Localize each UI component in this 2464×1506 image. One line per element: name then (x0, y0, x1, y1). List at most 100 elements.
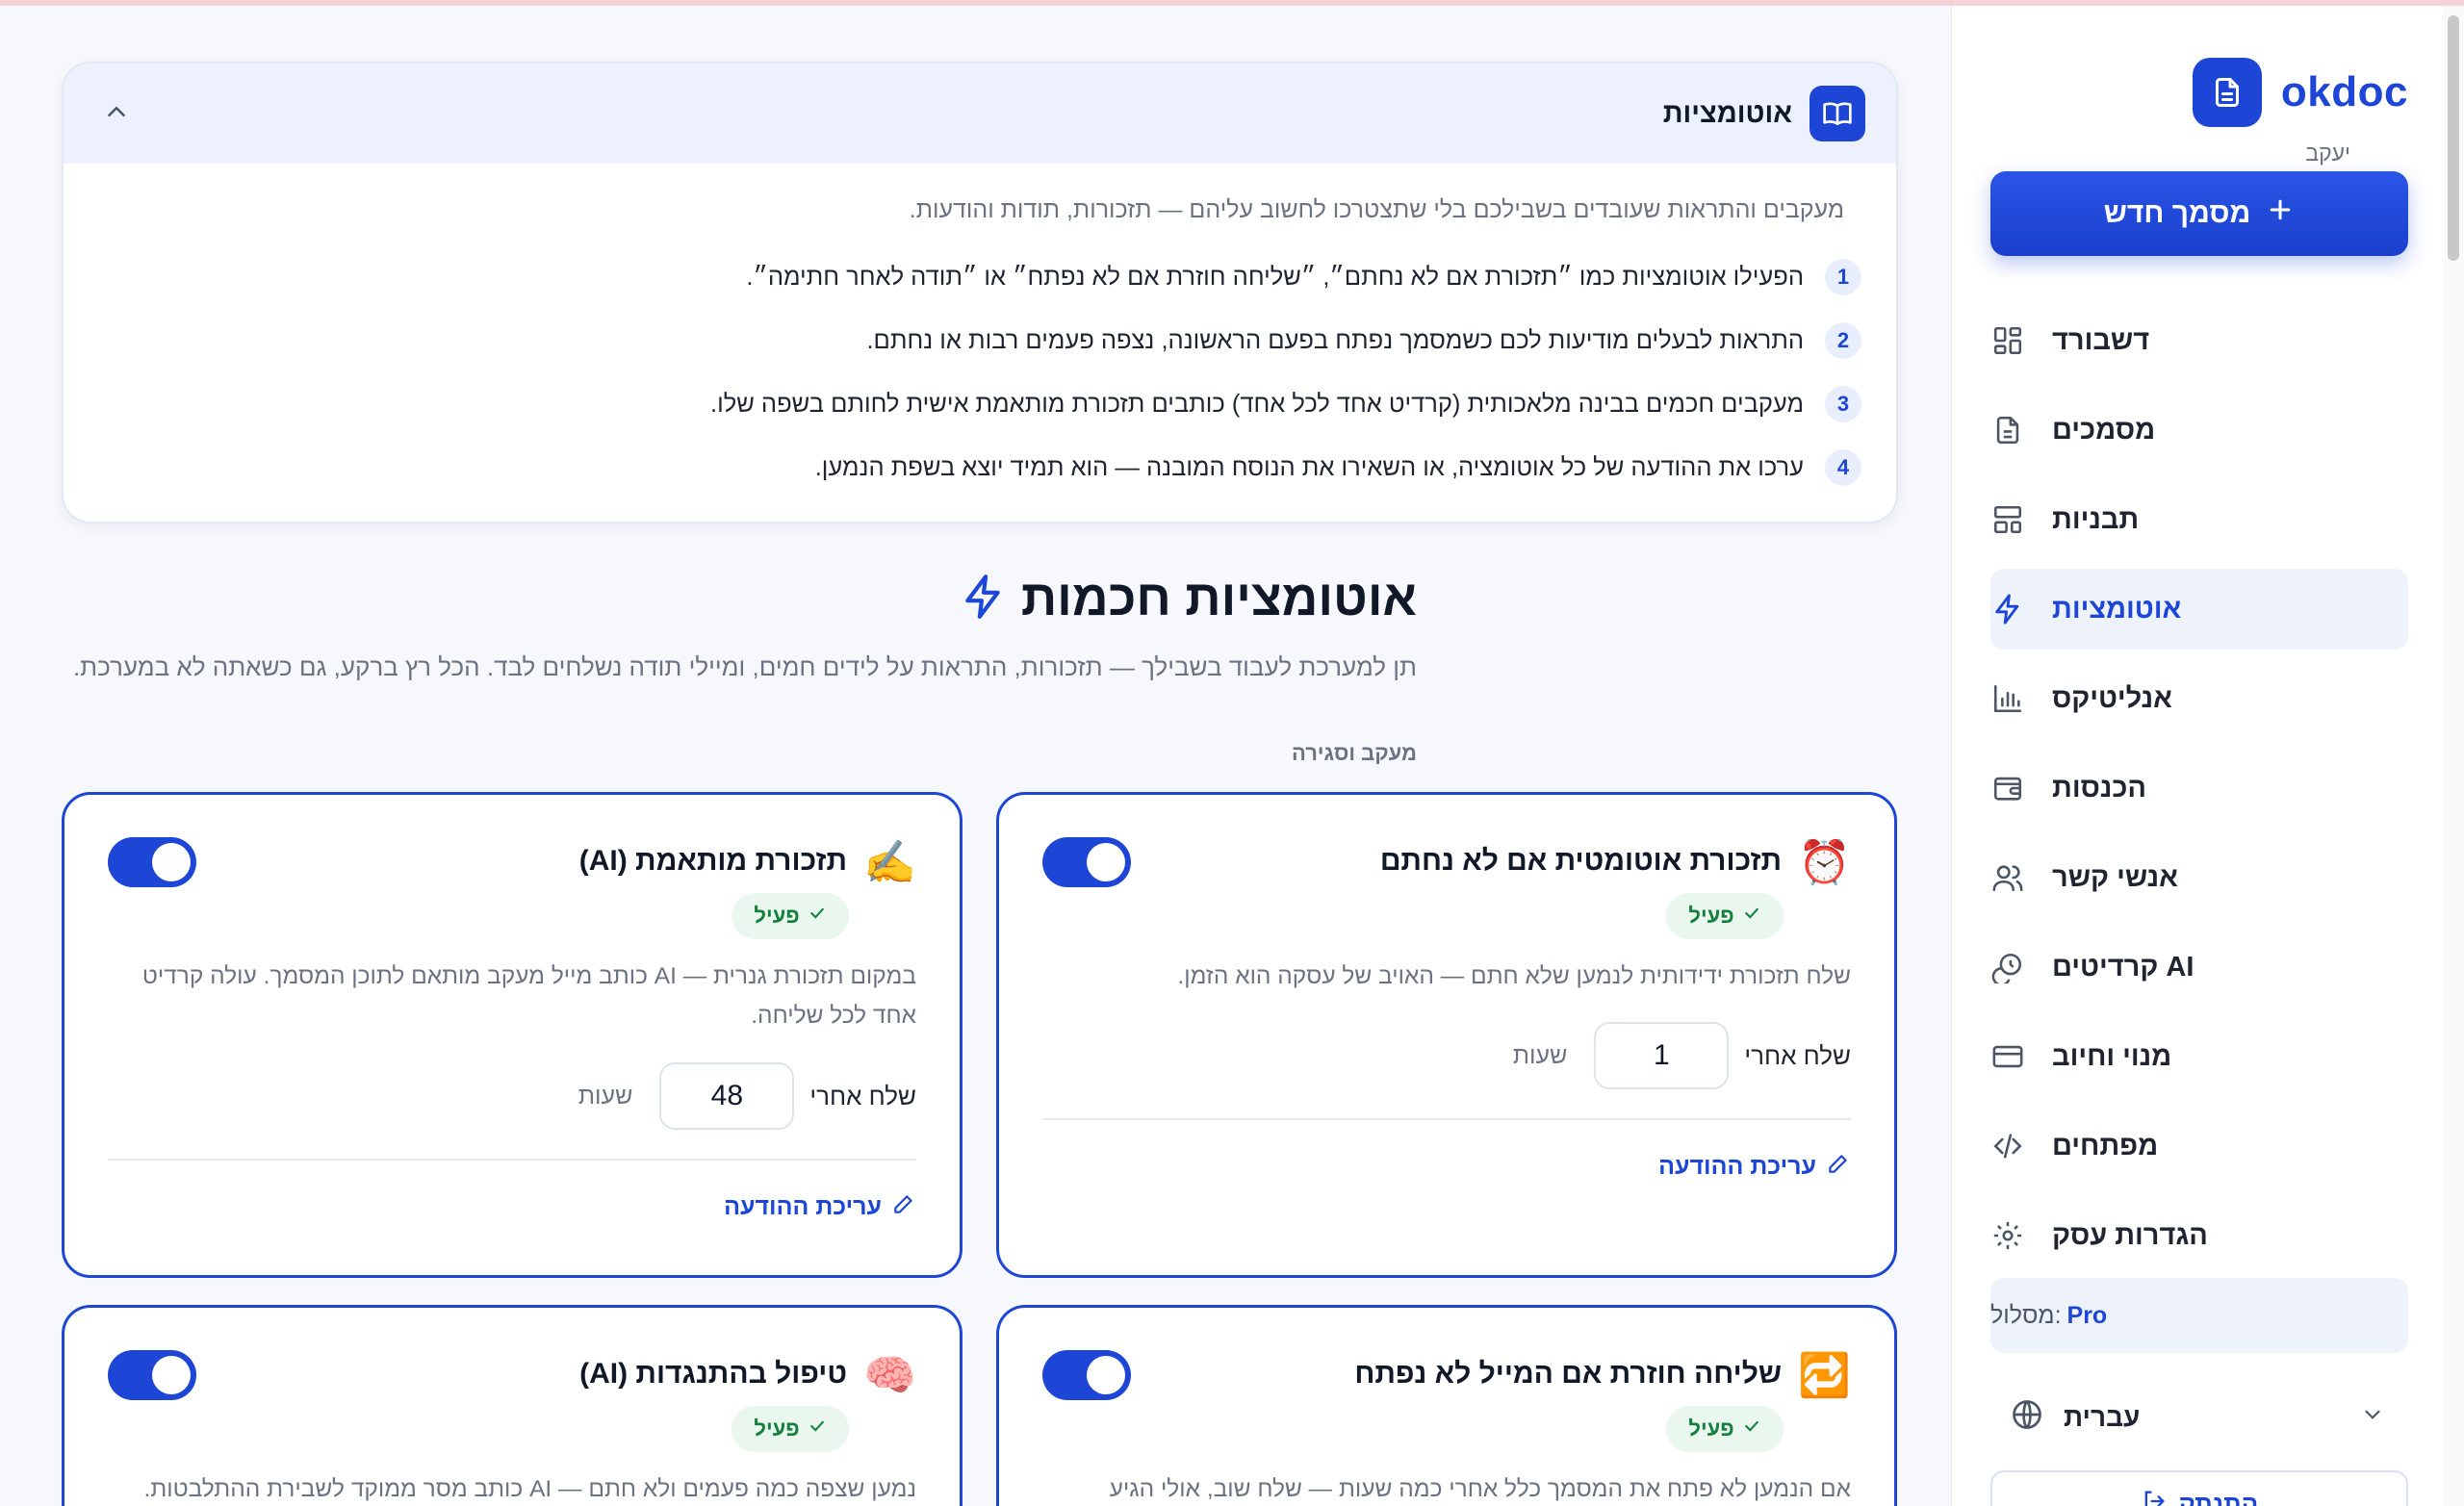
section-header: אוטומציות חכמות (960, 570, 1417, 627)
plan-value: Pro (2066, 1301, 2108, 1329)
scrollbar-thumb[interactable] (2448, 15, 2459, 261)
delay-hours-input[interactable]: 1 (1594, 1022, 1730, 1089)
step-number: 4 (1825, 449, 1861, 486)
hours-unit: שעות (1512, 1041, 1568, 1069)
enable-toggle[interactable] (1042, 837, 1131, 887)
guide-header[interactable]: אוטומציות (64, 64, 1896, 164)
language-label: עברית (2064, 1402, 2141, 1432)
step-number: 1 (1825, 259, 1861, 295)
sidebar-item-label: אנליטיקס (2052, 682, 2172, 714)
sidebar-item-label: הגדרות עסק (2052, 1219, 2208, 1251)
code-icon (1990, 1129, 2025, 1163)
document-icon (1990, 413, 2025, 447)
step-number: 3 (1825, 386, 1861, 422)
logout-label: התנתק (2178, 1489, 2259, 1506)
plan-label: מסלול: (1990, 1301, 2062, 1329)
guide-step: 1 הפעילו אוטומציות כמו ״תזכורת אם לא נחתם… (64, 245, 1861, 309)
group-label: מעקב וסגירה (1291, 741, 1417, 765)
sidebar-item-documents[interactable]: מסמכים (1990, 390, 2408, 471)
card-title: שליחה חוזרת אם המייל לא נפתח (1354, 1358, 1782, 1390)
divider (108, 1159, 916, 1161)
status-text: פעיל (1688, 904, 1734, 928)
delay-hours-input[interactable]: 48 (659, 1062, 795, 1130)
send-delay-row: שלח אחרי 48 שעות (578, 1062, 916, 1130)
guide-step: 3 מעקבים חכמים בבינה מלאכותית (קרדיט אחד … (64, 372, 1861, 436)
page-scrollbar[interactable] (2442, 6, 2464, 1506)
guide-intro: מעקבים והתראות שעובדים בשבילכם בלי שתצטר… (909, 196, 1844, 223)
chevron-down-icon (2360, 1402, 2385, 1434)
brand[interactable]: okdoc (2192, 54, 2408, 131)
check-icon (808, 904, 827, 929)
sidebar-item-label: תבניות (2052, 503, 2140, 535)
edit-message-link[interactable]: עריכת ההודעה (1658, 1151, 1851, 1183)
sidebar-item-label: מפתחים (2052, 1130, 2159, 1161)
lightning-icon (960, 573, 1008, 625)
divider (1042, 1118, 1851, 1120)
bar-chart-icon (1990, 681, 2025, 716)
logout-button[interactable]: התנתק (1990, 1470, 2408, 1506)
check-icon (1742, 1417, 1761, 1442)
enable-toggle[interactable] (1042, 1350, 1131, 1400)
sidebar-item-label: אנשי קשר (2052, 861, 2178, 893)
edit-message-label: עריכת ההודעה (1658, 1153, 1816, 1180)
language-selector[interactable]: עברית (1990, 1384, 2408, 1451)
sidebar-item-label: מסמכים (2052, 414, 2156, 446)
credit-card-icon (1990, 1039, 2025, 1074)
main-content: אוטומציות מעקבים והתראות שעובדים בשבילכם… (0, 6, 1951, 1506)
guide-step: 4 ערכו את ההודעה של כל אוטומציה, או השאיר… (64, 436, 1861, 499)
step-text: התראות לבעלים מודיעות לכם כשמסמך נפתח בפ… (866, 326, 1804, 354)
step-text: הפעילו אוטומציות כמו ״תזכורת אם לא נחתם״… (746, 263, 1804, 291)
wallet-icon (1990, 771, 2025, 805)
users-icon (1990, 860, 2025, 895)
writing-hand-icon: ✍️ (863, 839, 916, 886)
automation-card-resend: 🔁 שליחה חוזרת אם המייל לא נפתח פעיל אם ה… (996, 1305, 1897, 1506)
repeat-icon: 🔁 (1798, 1352, 1851, 1399)
new-document-button[interactable]: מסמך חדש (1990, 171, 2408, 256)
check-icon (808, 1417, 827, 1442)
new-document-label: מסמך חדש (2103, 197, 2251, 229)
card-description: במקום תזכורת גנרית — AI כותב מייל מעקב מ… (141, 963, 916, 1029)
plan-indicator: מסלול: Pro (1990, 1278, 2408, 1353)
templates-icon (1990, 502, 2025, 537)
credits-icon (1990, 950, 2025, 984)
send-after-label: שלח אחרי (1744, 1040, 1851, 1070)
edit-message-link[interactable]: עריכת ההודעה (724, 1191, 916, 1223)
automation-card-objection: 🧠 טיפול בהתנגדות (AI) פעיל נמען שצפה כמה… (62, 1305, 962, 1506)
sidebar-item-developers[interactable]: מפתחים (1990, 1106, 2408, 1187)
automation-card-ai-reminder: ✍️ תזכורת מותאמת (AI) פעיל במקום תזכורת … (62, 792, 962, 1278)
status-badge: פעיל (1666, 1406, 1784, 1452)
document-icon (2192, 58, 2262, 127)
step-number: 2 (1825, 322, 1861, 359)
lightning-icon (1990, 592, 2025, 626)
status-badge: פעיל (1666, 893, 1784, 939)
automation-card-reminder: ⏰ תזכורת אוטומטית אם לא נחתם פעיל שלח תז… (996, 792, 1897, 1278)
logout-icon (2141, 1488, 2168, 1506)
edit-message-label: עריכת ההודעה (724, 1193, 882, 1220)
hours-unit: שעות (578, 1082, 633, 1110)
plus-icon (2266, 195, 2295, 232)
chevron-up-icon[interactable] (102, 97, 131, 131)
status-text: פעיל (754, 1417, 800, 1441)
sidebar-item-dashboard[interactable]: דשבורד (1990, 300, 2408, 381)
alarm-clock-icon: ⏰ (1798, 839, 1851, 886)
enable-toggle[interactable] (108, 837, 196, 887)
pencil-icon (891, 1191, 916, 1223)
status-text: פעיל (754, 904, 800, 928)
page-description: תן למערכת לעבוד בשבילך — תזכורות, התראות… (72, 652, 1417, 681)
sidebar-nav: דשבורד מסמכים תבניות אוטומציות אנליטיקס … (1990, 300, 2408, 1285)
sidebar-item-ai-credits[interactable]: קרדיטים AI (1990, 927, 2408, 1008)
sidebar-item-billing[interactable]: מנוי וחיוב (1990, 1016, 2408, 1097)
sidebar-item-business-settings[interactable]: הגדרות עסק (1990, 1195, 2408, 1276)
sidebar-item-templates[interactable]: תבניות (1990, 479, 2408, 560)
check-icon (1742, 904, 1761, 929)
enable-toggle[interactable] (108, 1350, 196, 1400)
card-description: נמען שצפה כמה פעמים ולא חתם — AI כותב מס… (143, 1476, 916, 1502)
sidebar-item-revenue[interactable]: הכנסות (1990, 748, 2408, 829)
card-title: טיפול בהתנגדות (AI) (579, 1358, 847, 1390)
sidebar-item-contacts[interactable]: אנשי קשר (1990, 837, 2408, 918)
book-icon (1810, 86, 1865, 141)
sidebar-item-analytics[interactable]: אנליטיקס (1990, 658, 2408, 739)
pencil-icon (1826, 1151, 1851, 1183)
sidebar-item-automations[interactable]: אוטומציות (1990, 569, 2408, 650)
guide-steps: 1 הפעילו אוטומציות כמו ״תזכורת אם לא נחתם… (64, 224, 1896, 499)
